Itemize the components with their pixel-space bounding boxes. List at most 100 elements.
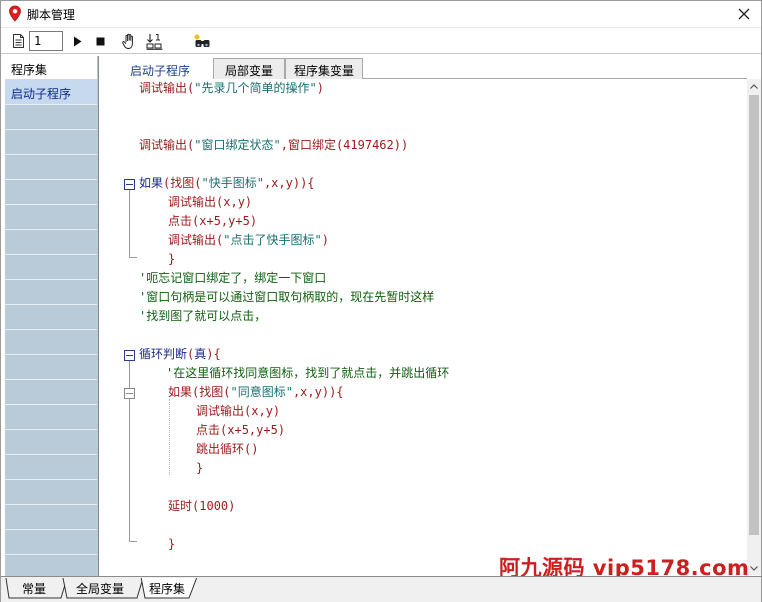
toolbar: 1 [1,27,761,54]
code-token: ) [316,81,324,95]
play-icon [73,36,81,46]
fold-minus-icon[interactable] [124,388,135,399]
list-row-empty [5,205,97,230]
fold-minus-icon[interactable] [124,179,135,190]
code-token: 窗口绑定 [287,138,336,152]
code-line: 点击(x+5,y+5) [196,421,285,440]
line-number-input[interactable]: 1 [29,31,63,51]
indent-guide [169,399,170,475]
list-row-empty [5,230,97,255]
code-line: 如果(找图("快手图标",x,y)){ [139,174,315,193]
code-token: ( [223,385,231,399]
tab-global-variables[interactable]: 全局变量 [59,578,144,599]
code-token: (1000) [192,499,236,513]
code-line: 调试输出(x,y) [196,402,280,421]
run-button[interactable] [69,31,85,51]
list-row-empty [5,305,97,330]
code-token: 如果 [139,176,164,190]
title-bar: 脚本管理 [1,1,761,27]
code-token: 调试输出 [168,195,217,209]
code-comment: '窗口句柄是可以通过窗口取句柄取的，现在先暂时这样 [139,290,435,304]
code-editor[interactable]: 调试输出("先录几个简单的操作") 调试输出("窗口绑定状态",窗口绑定(419… [107,79,747,575]
record-steps-button[interactable] [144,31,164,51]
code-token: ) [321,233,329,247]
code-token: 跳出循环 [196,442,245,456]
bottom-tab-bar: 常量 全局变量 程序集 [1,576,761,602]
list-row-empty [5,180,97,205]
list-row-empty [5,380,97,405]
tab-program-set-variables[interactable]: 程序集变量 [285,58,363,79]
code-line: } [168,535,175,554]
code-token: 调试输出 [168,233,217,247]
code-line: 如果(找图("同意图标",x,y)){ [168,383,344,402]
subroutine-list: 启动子程序 [5,80,97,555]
list-row-empty [5,455,97,480]
list-row-empty [5,280,97,305]
code-token: 调试输出 [139,81,188,95]
fold-guide-end [129,541,137,542]
chevron-up-icon [750,83,758,89]
code-token: } [168,252,176,266]
code-token: } [168,537,176,551]
tab-constants[interactable]: 常量 [5,578,68,599]
fold-guide [129,190,130,258]
code-comment: '呃忘记窗口绑定了，绑定一下窗口 [139,271,327,285]
stop-icon [96,37,104,45]
program-set-panel: 程序集 启动子程序 [5,56,99,576]
fold-guide-end [129,257,137,258]
code-line: 点击(x+5,y+5) [168,212,257,231]
code-token: "点击了快手图标" [223,233,322,247]
code-token: "快手图标" [201,176,264,190]
code-line: } [196,459,203,478]
code-line: 延时(1000) [168,497,235,516]
code-token: (x+5,y+5) [192,214,258,228]
list-row-empty [5,480,97,505]
code-token: "窗口绑定状态" [194,138,281,152]
tab-local-variables[interactable]: 局部变量 [213,58,285,79]
list-row-empty [5,330,97,355]
close-button[interactable] [731,3,757,25]
hand-icon [122,33,133,49]
tab-program-set-label: 程序集 [148,582,185,596]
code-token: (x+5,y+5) [220,423,286,437]
scroll-up-button[interactable] [747,79,761,93]
window-title: 脚本管理 [27,8,76,22]
tab-startup-subroutine[interactable]: 启动子程序 [107,58,213,80]
code-comment: '找到图了就可以点击， [139,309,267,323]
program-set-header: 程序集 [5,56,97,80]
list-row-empty [5,255,97,280]
code-token: 真 [194,347,207,361]
list-row-empty [5,405,97,430]
fold-minus-icon[interactable] [124,350,135,361]
chevron-down-icon [750,565,758,571]
tab-constants-label: 常量 [21,582,46,596]
code-token: "同意图标" [230,385,293,399]
list-row-empty [5,155,97,180]
hand-tool-button[interactable] [120,31,140,51]
code-token: 调试输出 [196,404,245,418]
record-steps-icon [146,33,162,50]
code-token: 找图 [199,385,224,399]
code-token: "先录几个简单的操作" [194,81,317,95]
vertical-scrollbar[interactable] [747,79,761,575]
code-line: 调试输出("点击了快手图标") [168,231,329,250]
stop-button[interactable] [92,31,108,51]
find-icon [194,34,209,47]
code-line: 调试输出("先录几个简单的操作") [139,79,324,98]
code-token: ,x,y)){ [263,176,315,190]
subroutine-item[interactable]: 启动子程序 [5,80,97,105]
code-token: } [196,461,204,475]
code-token: (x,y) [216,195,253,209]
code-line: 循环判断(真){ [139,345,221,364]
list-row-empty [5,355,97,380]
scroll-thumb[interactable] [749,95,759,535]
document-icon [12,34,24,48]
code-token: 延时 [168,499,193,513]
list-row-empty [5,430,97,455]
tab-program-set[interactable]: 程序集 [137,578,198,599]
code-token: 找图 [170,176,195,190]
find-button[interactable] [192,31,212,51]
location-pin-icon [9,5,21,22]
list-row-empty [5,130,97,155]
new-script-button[interactable] [9,31,27,51]
